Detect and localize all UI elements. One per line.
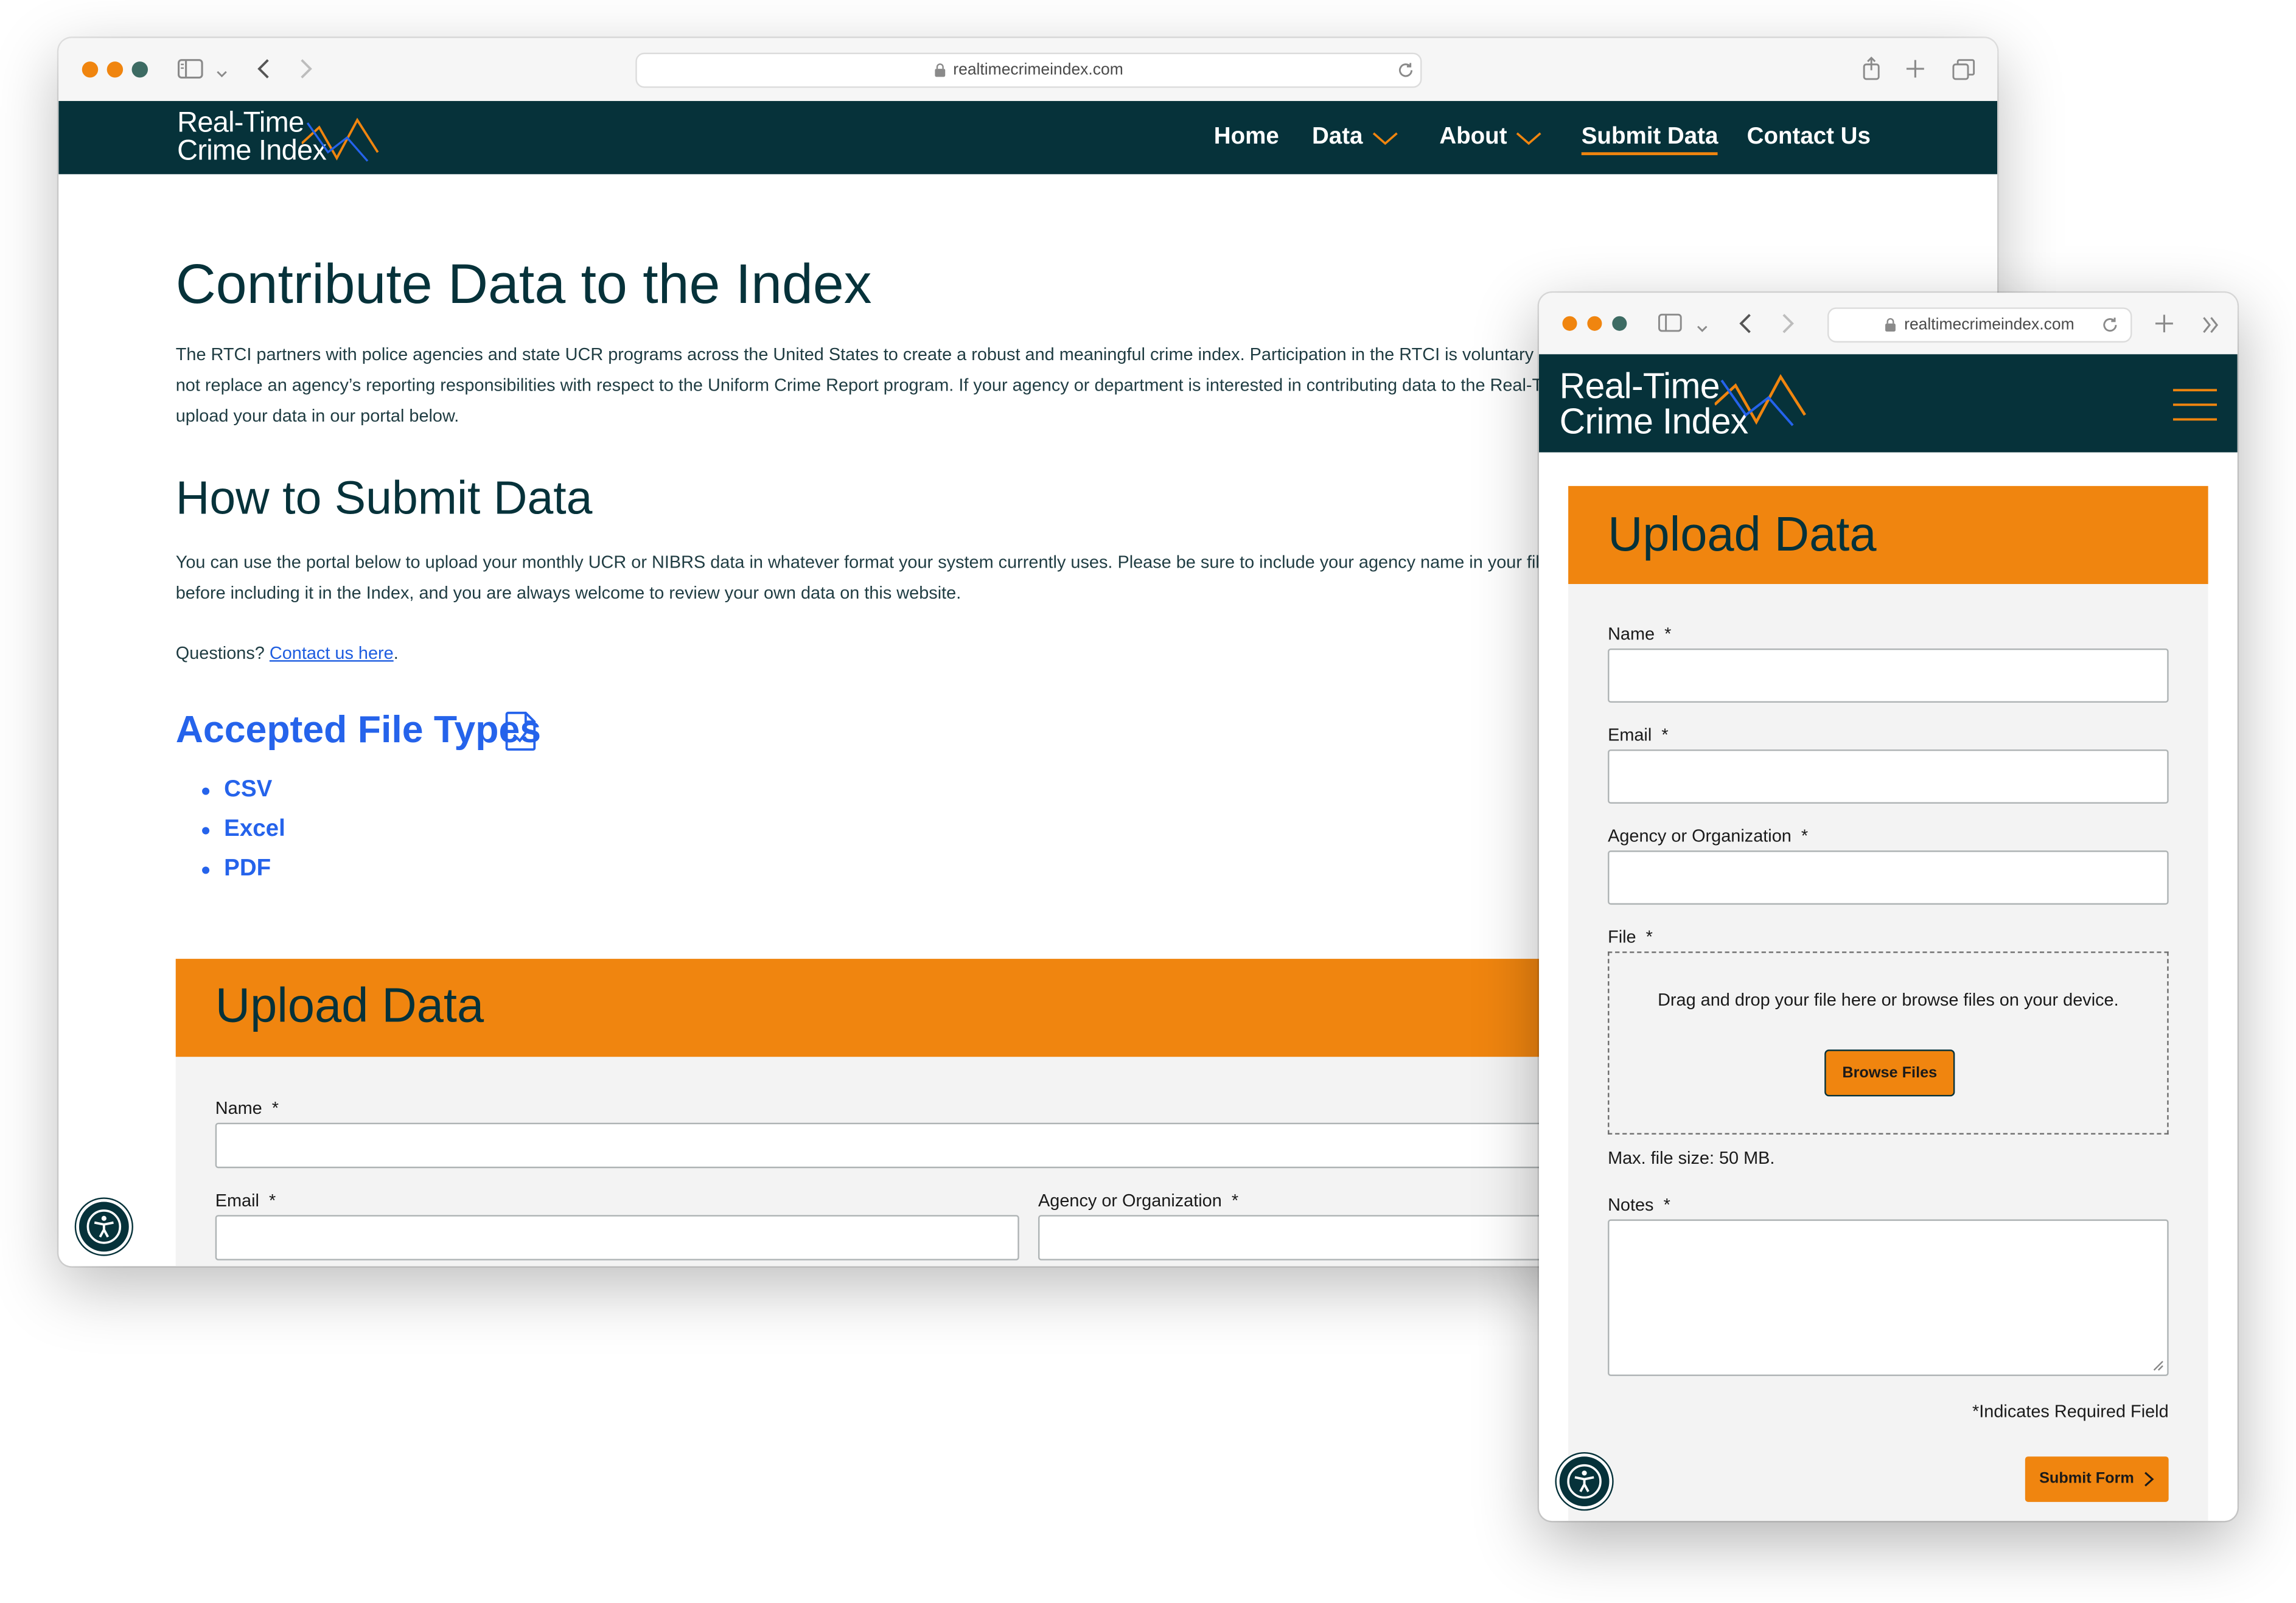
site-header: Real-Time Crime Index Home Data About Su… [58, 101, 1998, 175]
notes-label: Notes * [1608, 1194, 1670, 1215]
chevron-down-icon[interactable] [1515, 132, 1541, 147]
nav-about[interactable]: About [1439, 125, 1507, 151]
reload-icon[interactable] [2101, 315, 2119, 341]
notes-textarea[interactable] [1608, 1219, 2169, 1376]
logo-chart-icon [1714, 374, 1806, 426]
site-header: Real-Time Crime Index [1538, 354, 2238, 453]
nav-data[interactable]: Data [1312, 125, 1363, 151]
accepted-file-types-heading: Accepted File Types [176, 707, 541, 753]
contact-us-link[interactable]: Contact us here [270, 642, 394, 663]
name-label: Name * [215, 1097, 279, 1119]
window-close-dot[interactable] [82, 61, 99, 78]
nav-home[interactable]: Home [1214, 125, 1279, 151]
url-text: realtimecrimeindex.com [953, 61, 1123, 79]
upload-data-title: Upload Data [215, 978, 484, 1032]
back-arrow-icon[interactable] [1737, 312, 1754, 343]
more-tabs-icon[interactable] [2201, 315, 2222, 341]
intro-line: upload your data in our portal below. [175, 405, 459, 426]
required-field-note: *Indicates Required Field [1972, 1400, 2169, 1422]
email-label: Email * [215, 1190, 276, 1211]
site-logo[interactable]: Real-Time Crime Index [177, 109, 379, 165]
how-to-submit-heading: How to Submit Data [175, 471, 593, 524]
questions-prefix: Questions? [175, 642, 265, 664]
site-logo[interactable]: Real-Time Crime Index [1560, 369, 1806, 441]
accessibility-icon [1567, 1464, 1602, 1499]
nav-contact-us[interactable]: Contact Us [1747, 125, 1871, 151]
chevron-down-icon[interactable] [1372, 132, 1398, 147]
chevron-down-icon[interactable] [215, 61, 229, 88]
hamburger-menu-icon[interactable] [2172, 388, 2217, 422]
agency-input[interactable] [1608, 850, 2169, 905]
how-line: You can use the portal below to upload y… [175, 552, 1580, 572]
submit-form-label: Submit Form [2039, 1469, 2134, 1487]
email-input[interactable] [1608, 749, 2169, 804]
email-label: Email * [1608, 725, 1669, 745]
mobile-browser-window: realtimecrimeindex.com Real-Time Crime I… [1538, 293, 2238, 1521]
accessibility-icon [86, 1209, 122, 1244]
name-label: Name * [1608, 624, 1672, 644]
forward-arrow-icon[interactable] [297, 57, 315, 88]
file-type-item: PDF [199, 849, 285, 889]
upload-data-banner: Upload Data [1568, 485, 2208, 585]
intro-line: not replace an agency’s reporting respon… [175, 375, 1561, 395]
dropzone-text: Drag and drop your file here or browse f… [1658, 989, 2119, 1010]
lock-icon [935, 63, 946, 77]
file-type-item: CSV [199, 770, 285, 810]
intro-line: The RTCI partners with police agencies a… [175, 344, 1568, 365]
intro-paragraph: The RTCI partners with police agencies a… [176, 339, 1568, 432]
window-zoom-dot[interactable] [131, 61, 148, 78]
questions-line: Questions? Contact us here. [176, 638, 399, 669]
how-to-paragraph: You can use the portal below to upload y… [176, 548, 1579, 609]
document-check-icon [505, 711, 536, 751]
chevron-down-icon[interactable] [1695, 316, 1709, 343]
address-bar[interactable]: realtimecrimeindex.com [1827, 307, 2132, 343]
logo-chart-icon [301, 117, 379, 162]
browse-files-button[interactable]: Browse Files [1824, 1049, 1955, 1097]
sidebar-toggle-icon[interactable] [1658, 313, 1683, 339]
agency-label: Agency or Organization * [1608, 826, 1809, 846]
file-label: File * [1608, 927, 1653, 947]
lock-icon [1886, 318, 1896, 332]
tab-overview-icon[interactable] [1952, 58, 1976, 88]
page-title: Contribute Data to the Index [175, 254, 872, 316]
nav-submit-data[interactable]: Submit Data [1581, 125, 1719, 156]
file-dropzone[interactable]: Drag and drop your file here or browse f… [1608, 951, 2169, 1135]
window-close-dot[interactable] [1562, 316, 1577, 331]
email-input[interactable] [215, 1215, 1019, 1260]
url-text: realtimecrimeindex.com [1904, 316, 2074, 334]
how-line: before including it in the Index, and yo… [175, 582, 961, 603]
new-tab-icon[interactable] [2154, 313, 2175, 341]
name-input[interactable] [1608, 648, 2169, 703]
file-type-item: Excel [199, 810, 285, 849]
window-zoom-dot[interactable] [1612, 316, 1627, 331]
questions-suffix: . [393, 642, 399, 664]
browser-toolbar: realtimecrimeindex.com [1538, 293, 2238, 356]
window-minimize-dot[interactable] [1587, 316, 1602, 331]
address-bar[interactable]: realtimecrimeindex.com [635, 52, 1422, 88]
accessibility-button[interactable] [1556, 1453, 1613, 1509]
share-icon[interactable] [1861, 55, 1882, 89]
browser-toolbar: realtimecrimeindex.com [58, 38, 1998, 102]
agency-label: Agency or Organization * [1038, 1190, 1239, 1211]
file-types-list: CSV Excel PDF [199, 770, 285, 889]
upload-data-title: Upload Data [1608, 506, 1877, 561]
back-arrow-icon[interactable] [255, 57, 273, 88]
max-file-size-text: Max. file size: 50 MB. [1608, 1147, 1775, 1169]
chevron-right-icon [2144, 1471, 2155, 1486]
resize-handle-icon[interactable] [2152, 1360, 2164, 1371]
submit-form-button[interactable]: Submit Form [2025, 1456, 2169, 1502]
window-minimize-dot[interactable] [106, 61, 124, 78]
reload-icon[interactable] [1397, 60, 1415, 86]
new-tab-icon[interactable] [1905, 58, 1926, 86]
accessibility-button[interactable] [76, 1198, 132, 1255]
accepted-file-types-title: Accepted File Types [175, 707, 542, 751]
forward-arrow-icon[interactable] [1779, 312, 1797, 343]
sidebar-toggle-icon[interactable] [177, 58, 203, 86]
